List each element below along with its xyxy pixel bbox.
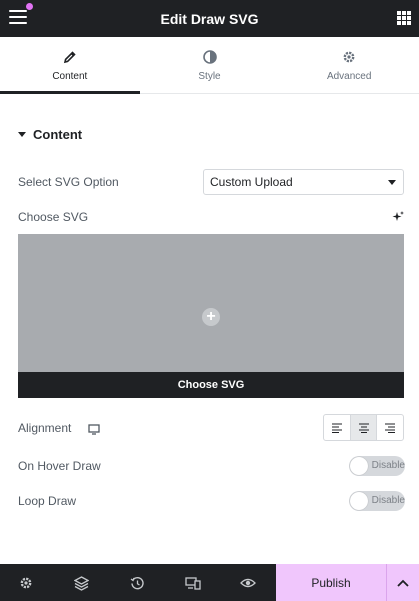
ai-sparkle-icon[interactable] bbox=[391, 210, 405, 224]
tab-style[interactable]: Style bbox=[140, 37, 280, 93]
layers-icon[interactable] bbox=[73, 575, 89, 591]
pencil-icon bbox=[63, 48, 77, 66]
toggle-knob bbox=[350, 457, 368, 475]
align-left-button[interactable] bbox=[324, 415, 351, 440]
panel-tabs: Content Style Advanced bbox=[0, 37, 419, 94]
chevron-up-icon bbox=[397, 579, 409, 587]
panel-title: Edit Draw SVG bbox=[160, 10, 259, 27]
align-right-button[interactable] bbox=[377, 415, 403, 440]
tab-content-label: Content bbox=[52, 71, 88, 82]
contrast-icon bbox=[202, 48, 217, 66]
svg-option-value: Custom Upload bbox=[210, 175, 293, 189]
tab-content[interactable]: Content bbox=[0, 37, 140, 94]
svg-option-label: Select SVG Option bbox=[18, 175, 119, 189]
toggle-knob bbox=[350, 492, 368, 510]
publish-options-button[interactable] bbox=[386, 564, 419, 601]
tab-advanced[interactable]: Advanced bbox=[279, 37, 419, 93]
hamburger-icon[interactable] bbox=[9, 10, 27, 26]
grid-icon[interactable] bbox=[397, 11, 411, 25]
alignment-label: Alignment bbox=[18, 421, 72, 435]
history-icon[interactable] bbox=[129, 575, 145, 591]
tab-advanced-label: Advanced bbox=[326, 71, 372, 82]
align-center-button[interactable] bbox=[350, 415, 378, 440]
svg-media-picker[interactable]: + Choose SVG bbox=[18, 234, 404, 398]
align-center-icon bbox=[358, 423, 369, 433]
loop-draw-state: Disable bbox=[371, 495, 405, 506]
svg-option-select[interactable]: Custom Upload bbox=[203, 169, 404, 195]
tab-style-label: Style bbox=[198, 71, 221, 82]
align-right-icon bbox=[385, 423, 396, 433]
section-title: Content bbox=[33, 127, 83, 142]
desktop-icon[interactable] bbox=[88, 422, 100, 440]
choose-svg-button[interactable]: Choose SVG bbox=[18, 372, 404, 398]
choose-svg-label: Choose SVG bbox=[18, 210, 89, 224]
align-left-icon bbox=[331, 423, 342, 433]
alignment-control bbox=[323, 414, 404, 441]
on-hover-draw-state: Disable bbox=[371, 460, 405, 471]
gear-icon bbox=[342, 48, 356, 66]
section-toggle-content[interactable]: Content bbox=[18, 127, 82, 142]
loop-draw-toggle[interactable]: Disable bbox=[349, 491, 405, 511]
plus-icon[interactable]: + bbox=[202, 308, 220, 326]
eye-icon[interactable] bbox=[240, 575, 256, 591]
panel-footer: Publish bbox=[0, 564, 419, 601]
responsive-icon[interactable] bbox=[185, 575, 201, 591]
publish-button[interactable]: Publish bbox=[276, 564, 386, 601]
gear-icon[interactable] bbox=[18, 575, 34, 591]
chevron-down-icon bbox=[388, 180, 396, 185]
notification-dot bbox=[26, 3, 33, 10]
loop-draw-label: Loop Draw bbox=[18, 494, 77, 508]
caret-down-icon bbox=[18, 132, 26, 137]
on-hover-draw-label: On Hover Draw bbox=[18, 459, 101, 473]
panel-header: Edit Draw SVG bbox=[0, 0, 419, 37]
on-hover-draw-toggle[interactable]: Disable bbox=[349, 456, 405, 476]
